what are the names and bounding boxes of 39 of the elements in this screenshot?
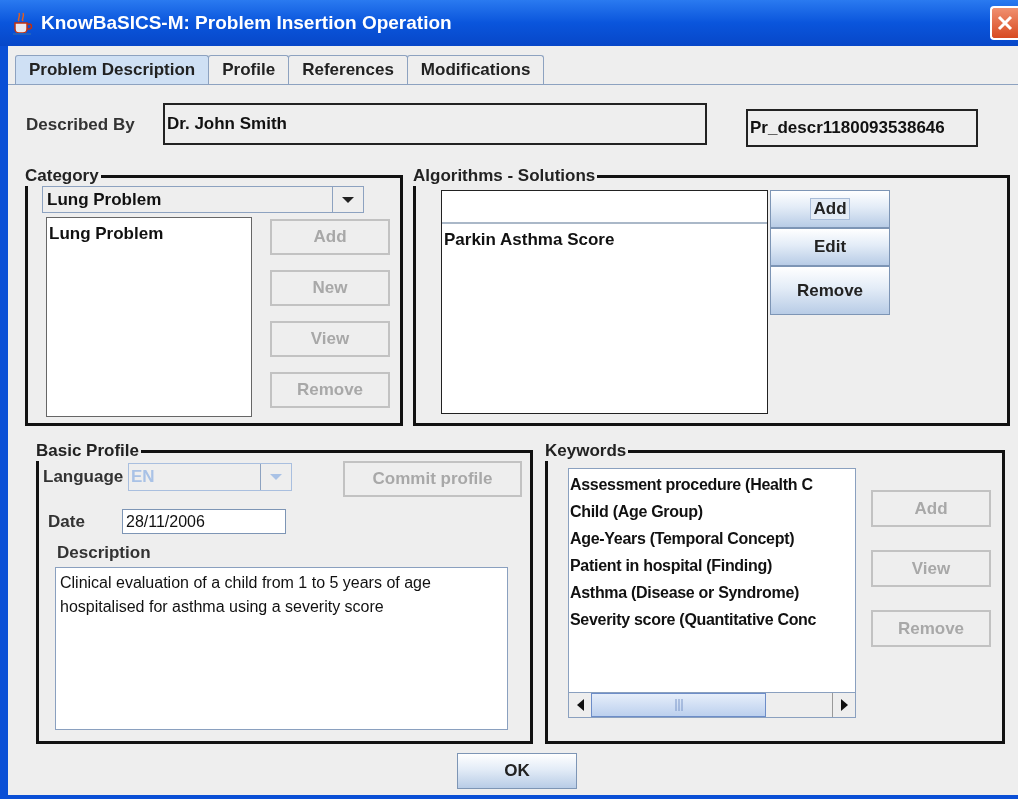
algorithm-button[interactable]: Remove (770, 266, 890, 315)
scroll-left-icon[interactable] (576, 699, 584, 711)
tab[interactable]: Modifications (406, 55, 545, 84)
group-title: Basic Profile (36, 441, 140, 461)
id-field[interactable]: Pr_descr1180093538646 (746, 109, 978, 147)
caret-icon (341, 195, 355, 204)
list-item[interactable]: Lung Problem (49, 220, 249, 247)
list-item[interactable]: Patient in hospital (Finding) (570, 552, 854, 579)
scrollbar-thumb[interactable] (591, 693, 766, 717)
field-label: Language (43, 467, 125, 487)
author-field[interactable]: Dr. John Smith (163, 103, 707, 145)
tab[interactable]: Problem Description (15, 55, 210, 84)
list-item[interactable]: Severity score (Quantitative Conc (570, 606, 854, 633)
description-field[interactable]: Clinical evaluation of a child from 1 to 5 years of age hospitalised for asthma using a severity score (55, 567, 508, 730)
category-dropdown[interactable]: Lung Problem (42, 186, 364, 213)
date-field[interactable]: 28/11/2006 (122, 509, 286, 534)
horizontal-scrollbar[interactable] (569, 692, 855, 717)
caret-icon (269, 473, 283, 481)
cup-icon (11, 11, 33, 35)
field-label: Described By (26, 115, 136, 136)
list-item[interactable]: Asthma (Disease or Syndrome) (570, 579, 854, 606)
field-label: Date (48, 511, 86, 532)
close-button[interactable] (990, 6, 1018, 40)
group-title: Keywords (545, 441, 628, 461)
group-title: Algorithms - Solutions (413, 166, 597, 186)
window-title: KnowBaSICS-M: Problem Insertion Operation (41, 12, 452, 34)
list-item[interactable]: Child (Age Group) (570, 498, 854, 525)
close-icon (996, 14, 1014, 32)
grip-icon (674, 699, 683, 711)
scroll-right-icon[interactable] (840, 699, 848, 711)
algorithm-button[interactable]: Edit (770, 228, 890, 266)
ok-button[interactable]: OK (457, 753, 577, 789)
list-item[interactable]: Age-Years (Temporal Concept) (570, 525, 854, 552)
group-title: Category (25, 166, 100, 186)
field-label: Description (57, 543, 152, 563)
algorithm-button[interactable]: Add (770, 190, 890, 228)
list-item[interactable]: Assessment procedure (Health C (570, 471, 854, 498)
solution-input[interactable] (442, 191, 767, 224)
list-item[interactable]: Parkin Asthma Score (444, 226, 765, 253)
